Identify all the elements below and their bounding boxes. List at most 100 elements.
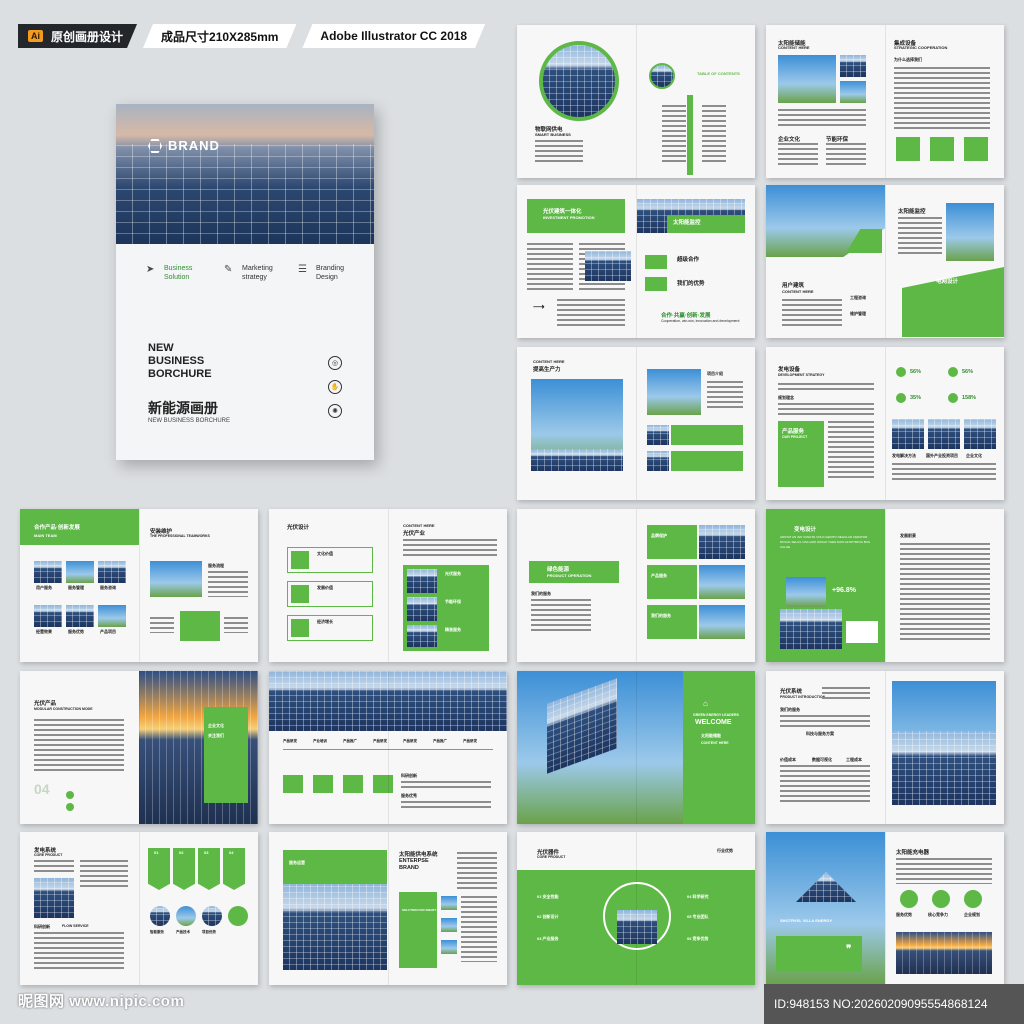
s6-concept: 规划理念 (778, 395, 794, 400)
text-block (894, 67, 990, 131)
green-card (204, 707, 248, 803)
s9-r3: 我们的服务 (651, 613, 671, 618)
circle-photo (228, 906, 248, 926)
panel-photo (585, 251, 631, 281)
s17-r3: 06 竞争优势 (687, 936, 709, 941)
panel-photo (407, 569, 437, 593)
text-block (780, 765, 870, 805)
green-band (517, 870, 755, 985)
s16-enterprise: ENTERPSE (399, 858, 429, 864)
s9-r2: 产品服务 (651, 573, 667, 578)
s7-cap: 用户服务 (36, 585, 52, 590)
timeline-label: 产品研发 (373, 739, 387, 743)
s2-sub2: STRATEGIC COOPERATION (894, 45, 948, 50)
panel-photo (840, 55, 866, 77)
s3-adv: 我们的优势 (677, 281, 705, 287)
tag-size: 成品尺寸210X285mm (143, 24, 296, 48)
home-icon: ⌂ (703, 699, 708, 708)
s2-culture: 企业文化 (778, 137, 801, 143)
s7-title: 合作产品·创新发展 (34, 525, 80, 531)
panel-photo (407, 597, 437, 621)
panel-strip (531, 449, 623, 471)
panel-photo (647, 425, 669, 445)
panel-photo (699, 525, 745, 559)
s18-cap1: 服务优势 (896, 912, 912, 917)
s16-ops: 服务运营 (289, 860, 305, 865)
panel-photo (283, 884, 387, 970)
spread-5: CONTENT HERE 提高生产力 项目介绍 (517, 347, 755, 500)
s13-content: CONTENT HERE (701, 741, 729, 745)
bullet-icon (66, 791, 74, 799)
s15-sub: CORE PRODUCT (34, 853, 63, 857)
icon-tile (313, 775, 333, 793)
s17-adv: 行业优势 (717, 848, 733, 853)
thumb-photo (441, 940, 457, 954)
s17-l1: 01 安全性能 (537, 894, 559, 899)
paper-plane-icon: ➤ (146, 264, 155, 275)
s8-title: 光伏设计 (287, 525, 310, 531)
step-tile (223, 848, 245, 890)
toc-list (702, 105, 726, 165)
s16-title: 太阳能供电系统 (399, 852, 438, 858)
icon-circle (964, 890, 982, 908)
s7-cap: 经营效果 (36, 629, 52, 634)
s8-b3: 精准服务 (445, 627, 461, 632)
tag-software: Adobe Illustrator CC 2018 (302, 24, 485, 48)
step-tile (173, 848, 195, 890)
text-block (778, 383, 874, 393)
panel-photo (840, 81, 866, 103)
s3-slogan-en: Cooperation, win-win, innovation and dev… (661, 319, 740, 323)
settings-icon (291, 585, 309, 603)
icon-tile (283, 775, 303, 793)
info-card (846, 621, 878, 643)
s14-services: 我们的服务 (780, 707, 800, 712)
panel-photo (892, 731, 996, 805)
green-bar (687, 95, 693, 175)
icon-tile (373, 775, 393, 793)
stat-icon (896, 367, 906, 377)
pylon-photo (896, 932, 992, 974)
s7-sub: MAIN TEAM (34, 533, 57, 538)
s10-outlook: 发展前景 (900, 533, 916, 538)
s14-title: 光伏系统 (780, 689, 803, 695)
hand-panels-photo (269, 671, 507, 731)
panel-photo (34, 605, 62, 627)
s18-villa: SHOTRVEL VILLA ENERGY (780, 918, 833, 923)
layers-icon: ☰ (298, 264, 307, 275)
s9-r1: 品牌保护 (651, 533, 667, 538)
text-block (898, 217, 942, 257)
cover-title-cn: 新能源画册 (148, 400, 218, 416)
gear-icon (291, 551, 309, 569)
icon-circle (932, 890, 950, 908)
s7-process: 服务流程 (208, 563, 224, 568)
s18-cap2: 核心竞争力 (928, 912, 948, 917)
text-block (535, 140, 583, 164)
timeline (283, 749, 493, 750)
s17-l3: 03 产业服务 (537, 936, 559, 941)
spread-3: 光伏建筑一体化 INVESTMENT PROMOTION ⟶ 太阳能监控 超级合… (517, 185, 755, 338)
panel-photo (98, 561, 126, 583)
s17-sub: CORE PRODUCT (537, 855, 566, 859)
s4-user: 用户建筑 (782, 283, 805, 289)
s15-cap: 产品技术 (176, 930, 190, 934)
toc-list (662, 105, 686, 165)
s10-intro: ADSTAT AN IGN VANGTE VOLO GENITO NEGULAR… (780, 535, 871, 549)
s6-cap1: 发电解决方法 (892, 453, 916, 458)
s2-sub: CONTENT HERE (778, 45, 810, 50)
s15-research: 科研创新 (34, 924, 50, 929)
pen-icon: ✎ (224, 264, 233, 275)
s3-title2: 太阳能监控 (673, 220, 701, 226)
text-block (34, 860, 74, 874)
spread-6: 发电设备 DEVELOPMENT STRATEGY 规划理念 产品服务 OUR … (766, 347, 1004, 500)
installer-photo (150, 561, 202, 597)
cover-title: NEW BUSINESS BORCHURE (148, 342, 212, 380)
stat-icon (948, 367, 958, 377)
step-num: 03 (204, 850, 209, 855)
spread-14: 光伏系统 PRODUCT INTRODUCTION 我们的服务 科技与服务方案 … (766, 671, 1004, 824)
feature-business: ➤ Business Solution (146, 264, 193, 281)
step-num: 01 (154, 850, 159, 855)
s8-b1: 光伏服务 (445, 571, 461, 576)
s17-r2: 05 专业团队 (687, 914, 709, 919)
s11-title: 光伏产品 (34, 701, 57, 707)
step-num: 04 (229, 850, 234, 855)
